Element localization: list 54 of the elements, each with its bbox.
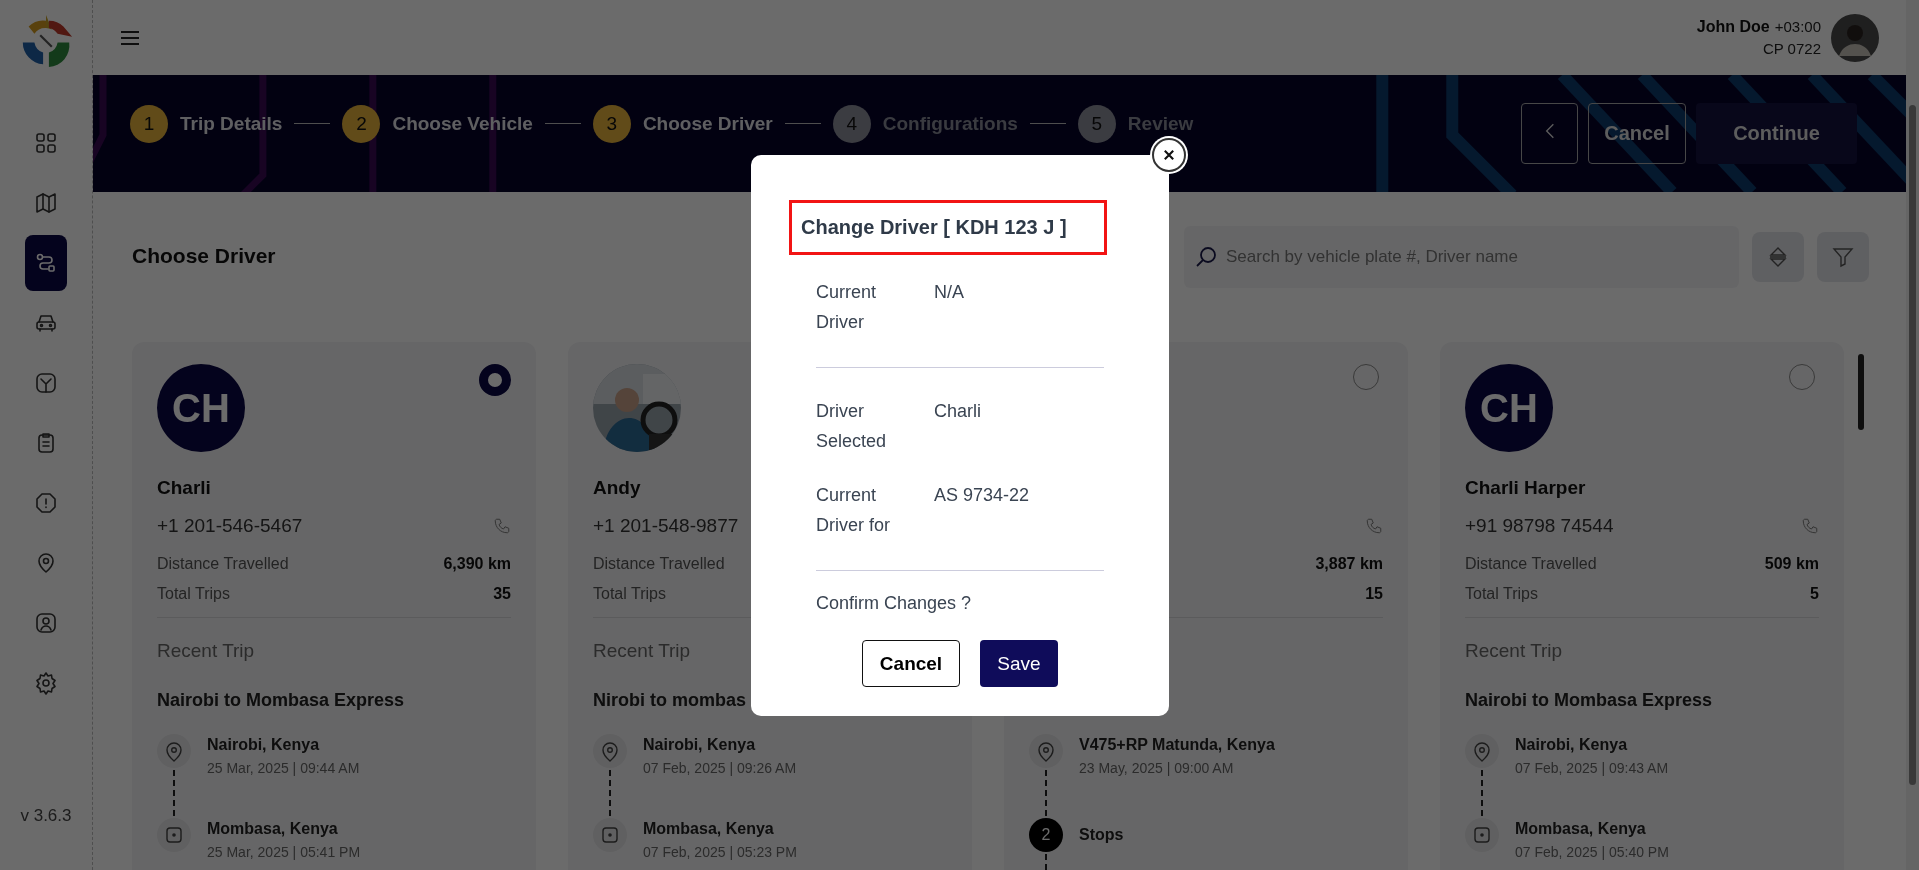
stat-value: 3,887 km [1315,555,1383,573]
stop-time: 07 Feb, 2025 | 09:43 AM [1515,760,1669,776]
stat-label: Distance Travelled [593,555,725,573]
stat-label: Distance Travelled [157,555,289,573]
phone-number: +91 98798 74544 [1465,515,1614,537]
stat-value: 15 [1365,585,1383,603]
info-label: Current Driver [816,281,878,334]
timezone-label: +03:00 [1774,18,1821,35]
section-label: Recent Trip [1465,640,1563,661]
driver-name: Andy [593,477,641,498]
stop-place: Mombasa, Kenya [1515,820,1647,838]
info-label: Driver Selected [816,400,888,453]
driver-name: Charli Harper [1465,477,1586,498]
stop-place: Stops [1079,825,1124,844]
stat-label: Total Trips [1465,585,1538,603]
phone-number: +1 201-546-5467 [157,515,303,537]
stop-place: Mombasa, Kenya [207,820,339,838]
section-label: Recent Trip [593,640,691,661]
trip-title: Nairobi to Mombasa Express [157,690,405,710]
stop-time: 07 Feb, 2025 | 09:26 AM [643,760,797,776]
stop-time: 25 Mar, 2025 | 09:44 AM [207,760,360,776]
user-name: John Doe [1696,18,1770,36]
stop-time: 25 Mar, 2025 | 05:41 PM [207,844,361,860]
phone-number: +1 201-548-9877 [593,515,739,537]
stat-value: 6,390 km [443,555,511,573]
dialog-title: Change Driver [ KDH 123 J ] [801,216,1067,239]
page-title: Choose Driver [132,244,276,268]
stat-value: 509 km [1764,555,1819,573]
stop-time: 07 Feb, 2025 | 05:23 PM [643,844,797,860]
stop-count: 2 [1029,818,1063,852]
version-label: v 3.6.3 [20,806,72,826]
info-value: N/A [934,281,964,304]
stat-value: 35 [493,585,511,603]
driver-name: Charli [157,477,211,498]
avatar-initials: CH [1465,364,1553,452]
stop-place: Nairobi, Kenya [643,736,757,754]
info-label: Current Driver for [816,484,891,537]
stop-place: Nairobi, Kenya [207,736,321,754]
stat-label: Distance Travelled [1465,555,1597,573]
stop-time: 07 Feb, 2025 | 05:40 PM [1515,844,1669,860]
stop-place: V475+RP Matunda, Kenya [1079,736,1275,754]
avatar-initials: CH [157,364,245,452]
confirm-question: Confirm Changes ? [816,593,973,614]
stop-place: Nairobi, Kenya [1515,736,1629,754]
stop-time: 23 May, 2025 | 09:00 AM [1079,760,1235,776]
user-code: CP 0722 [1762,40,1821,57]
section-label: Recent Trip [157,640,255,661]
stat-value: 5 [1810,585,1819,603]
stat-label: Total Trips [157,585,230,603]
stop-place: Mombasa, Kenya [643,820,775,838]
stat-label: Total Trips [593,585,666,603]
trip-title: Nairobi to Mombasa Express [1465,690,1713,710]
trip-title: Nirobi to mombas [593,690,746,710]
info-value: Charli [934,400,981,423]
